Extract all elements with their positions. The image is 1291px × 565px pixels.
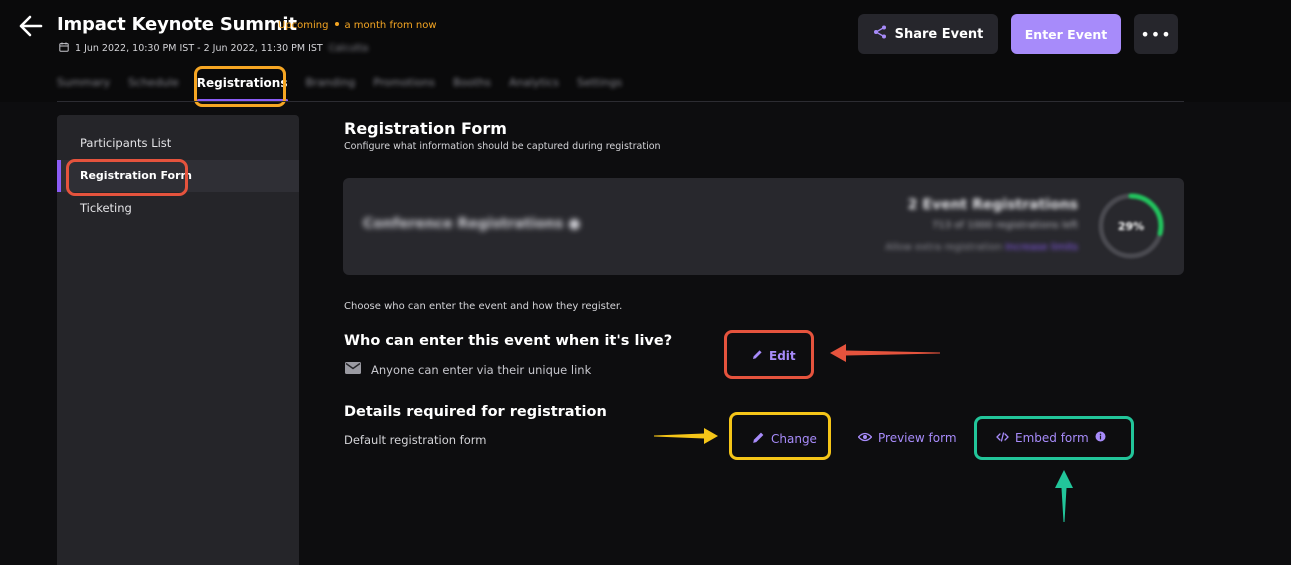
- code-icon: [996, 431, 1009, 445]
- red-pointer-arrow: [830, 344, 940, 362]
- registrations-capacity: 713 of 1000 registrations left: [932, 220, 1078, 231]
- details-required-desc: Default registration form: [344, 433, 487, 447]
- event-tabs: Summary Schedule Registrations Branding …: [57, 76, 622, 102]
- choose-description: Choose who can enter the event and how t…: [344, 301, 623, 312]
- edit-label: Edit: [769, 349, 796, 363]
- event-date-range: 1 Jun 2022, 10:30 PM IST - 2 Jun 2022, 1…: [75, 43, 323, 54]
- registration-progress-ring: 29%: [1096, 191, 1166, 261]
- tab-registrations[interactable]: Registrations: [196, 76, 288, 102]
- pencil-icon: [752, 349, 763, 363]
- tab-settings[interactable]: Settings: [577, 76, 622, 96]
- header-divider: [57, 101, 1184, 102]
- status-dot: [334, 22, 339, 26]
- change-label: Change: [771, 432, 817, 446]
- details-required-heading: Details required for registration: [344, 404, 607, 420]
- share-icon: [873, 25, 887, 43]
- change-form-button[interactable]: Change: [752, 431, 817, 447]
- extra-registration-row: Allow extra registration Increase limits: [885, 242, 1078, 253]
- green-pointer-arrow: [1055, 470, 1073, 522]
- conference-registrations-title: Conference Registrations ●: [363, 216, 580, 232]
- conference-title-text: Conference Registrations: [363, 216, 564, 232]
- registrations-sidebar: Participants List Registration Form Tick…: [57, 115, 299, 565]
- eye-icon: [857, 431, 873, 445]
- increase-limits-link[interactable]: Increase limits: [1005, 242, 1078, 253]
- sidebar-item-registration-form[interactable]: Registration Form: [57, 160, 299, 192]
- tab-summary[interactable]: Summary: [57, 76, 110, 96]
- who-can-enter-text: Anyone can enter via their unique link: [371, 362, 592, 377]
- tab-booths[interactable]: Booths: [453, 76, 491, 96]
- edit-entry-button[interactable]: Edit: [752, 349, 796, 363]
- pencil-icon: [752, 431, 765, 447]
- calendar-icon: [59, 42, 69, 55]
- who-can-enter-heading: Who can enter this event when it's live?: [344, 333, 673, 349]
- share-event-button[interactable]: Share Event: [858, 14, 998, 54]
- page-subtitle: Configure what information should be cap…: [344, 141, 661, 152]
- info-icon[interactable]: [1095, 431, 1106, 445]
- status-label: Upcoming: [278, 20, 329, 31]
- more-options-button[interactable]: •••: [1134, 14, 1178, 54]
- preview-form-link[interactable]: Preview form: [857, 431, 957, 445]
- page-title: Registration Form: [344, 119, 507, 138]
- progress-ring-label: 29%: [1118, 220, 1144, 233]
- tab-analytics[interactable]: Analytics: [509, 76, 559, 96]
- mail-icon: [345, 362, 361, 377]
- embed-form-link[interactable]: Embed form: [996, 431, 1106, 445]
- sidebar-item-ticketing[interactable]: Ticketing: [57, 192, 299, 224]
- who-can-enter-desc: Anyone can enter via their unique link: [345, 362, 591, 377]
- share-event-label: Share Event: [894, 26, 984, 42]
- info-icon: ●: [568, 216, 581, 232]
- event-registrations-count: 2 Event Registrations: [907, 197, 1078, 213]
- sidebar-item-participants-list[interactable]: Participants List: [57, 127, 299, 159]
- embed-form-label: Embed form: [1015, 431, 1089, 445]
- event-date-row: 1 Jun 2022, 10:30 PM IST - 2 Jun 2022, 1…: [59, 42, 368, 55]
- preview-form-label: Preview form: [878, 431, 957, 445]
- tab-schedule[interactable]: Schedule: [128, 76, 179, 96]
- back-arrow-icon[interactable]: [18, 14, 44, 38]
- event-title: Impact Keynote Summit: [57, 14, 297, 35]
- tab-branding[interactable]: Branding: [306, 76, 356, 96]
- allow-extra-text: Allow extra registration: [885, 242, 1003, 253]
- status-when: a month from now: [344, 20, 437, 31]
- enter-event-button[interactable]: Enter Event: [1011, 14, 1121, 54]
- event-header: Impact Keynote Summit Upcoming a month fr…: [0, 0, 1291, 102]
- conference-registrations-card: Conference Registrations ● 2 Event Regis…: [343, 178, 1184, 275]
- event-status: Upcoming a month from now: [278, 20, 437, 31]
- tab-promotions[interactable]: Promotions: [373, 76, 435, 96]
- yellow-pointer-arrow: [654, 428, 718, 444]
- event-timezone: Calcutta: [328, 43, 369, 54]
